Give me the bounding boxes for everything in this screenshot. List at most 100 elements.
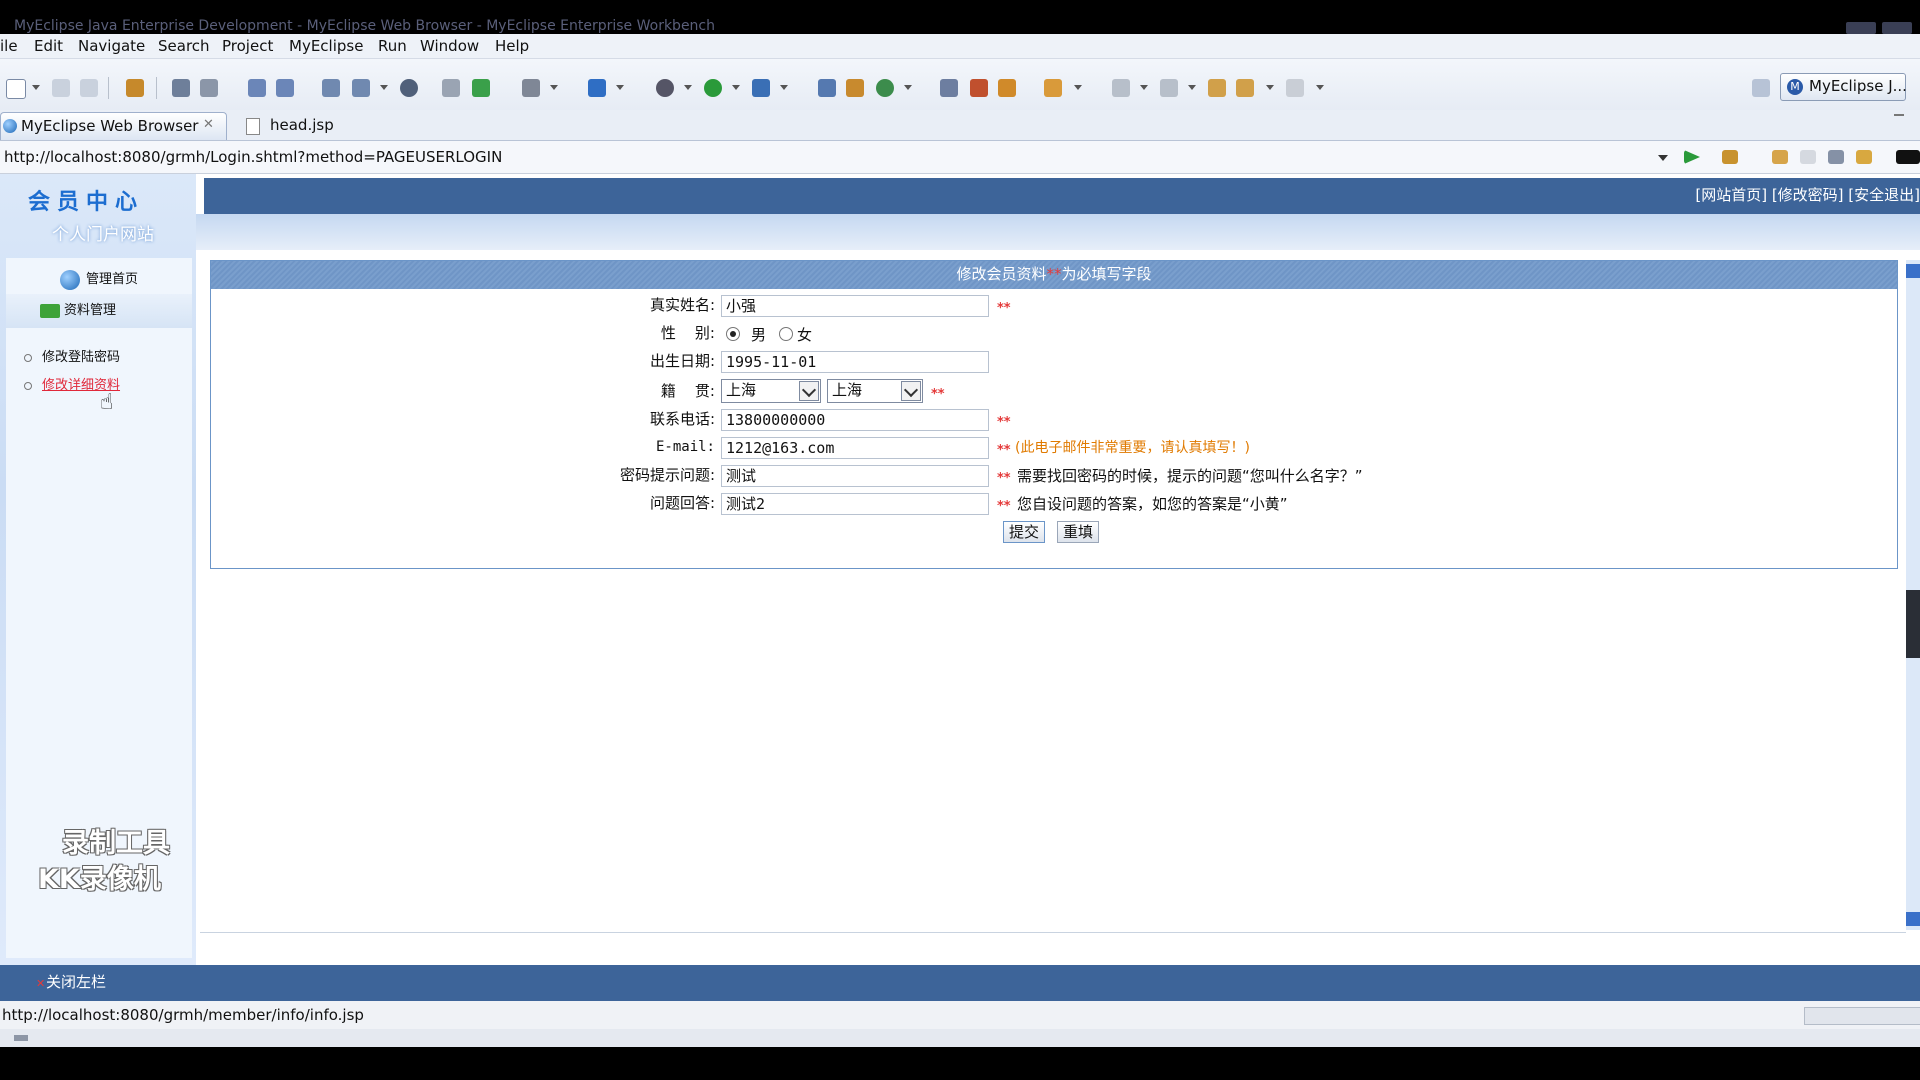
new-icon[interactable]: [6, 79, 26, 99]
web-icon[interactable]: [400, 79, 418, 97]
maximize-button[interactable]: [1882, 22, 1912, 34]
open-perspective-dropdown-icon[interactable]: [1074, 85, 1082, 90]
folder-icon[interactable]: [442, 79, 460, 97]
menu-edit[interactable]: Edit: [34, 38, 63, 55]
open-type-icon[interactable]: [818, 79, 836, 97]
right-scroll-strip[interactable]: [1906, 260, 1920, 930]
undeploy-icon[interactable]: [276, 79, 294, 97]
phone-input[interactable]: 13800000000: [721, 409, 989, 431]
birth-date-input[interactable]: 1995-11-01: [721, 351, 989, 373]
open-resource-icon[interactable]: [846, 79, 864, 97]
open-perspective-icon[interactable]: [1044, 79, 1062, 97]
favorites-icon[interactable]: [1722, 150, 1738, 164]
import-dropdown-icon[interactable]: [380, 85, 388, 90]
back-icon[interactable]: [1236, 79, 1254, 97]
go-icon[interactable]: [1684, 150, 1700, 164]
open-perspective-button-icon[interactable]: [1752, 79, 1770, 97]
close-icon[interactable]: ✕: [203, 117, 214, 132]
prev-annotation-icon[interactable]: [1160, 79, 1178, 97]
next-annotation-icon[interactable]: [1112, 79, 1130, 97]
search-icon[interactable]: [940, 79, 958, 97]
real-name-input[interactable]: 小强: [721, 295, 989, 317]
email-input[interactable]: 1212@163.com: [721, 437, 989, 459]
forward-icon[interactable]: [1800, 150, 1816, 164]
refresh-icon[interactable]: [876, 79, 894, 97]
save-all-icon[interactable]: [80, 79, 98, 97]
window-controls: [1846, 22, 1912, 34]
question-answer-input[interactable]: 测试2: [721, 493, 989, 515]
back-dropdown-icon[interactable]: [1266, 85, 1274, 90]
run-dropdown-icon[interactable]: [732, 85, 740, 90]
task-icon[interactable]: [970, 79, 988, 97]
sidebar-section-data-management[interactable]: 资料管理: [6, 294, 192, 328]
tab-myeclipse-web-browser[interactable]: MyEclipse Web Browser ✕: [0, 112, 227, 140]
url-input[interactable]: http://localhost:8080/grmh/Login.shtml?m…: [4, 149, 502, 166]
minimize-button[interactable]: [1846, 22, 1876, 34]
menu-myeclipse[interactable]: MyEclipse: [289, 38, 363, 55]
scroll-down-icon[interactable]: [1906, 912, 1920, 926]
submit-button[interactable]: 提交: [1003, 521, 1045, 543]
perspective-switcher[interactable]: M MyEclipse J...: [1780, 73, 1907, 101]
debug-icon[interactable]: [656, 79, 674, 97]
scroll-up-icon[interactable]: [1906, 264, 1920, 278]
required-mark: **: [997, 471, 1011, 486]
save-icon[interactable]: [52, 79, 70, 97]
run-icon[interactable]: [704, 79, 722, 97]
forward-dropdown-icon[interactable]: [1316, 85, 1324, 90]
menu-window[interactable]: Window: [420, 38, 479, 55]
menu-search[interactable]: Search: [158, 38, 210, 55]
phone-label: 联系电话:: [649, 410, 715, 428]
gender-female-radio[interactable]: [779, 327, 793, 341]
next-annotation-dropdown-icon[interactable]: [1140, 85, 1148, 90]
view-icon[interactable]: [522, 79, 540, 97]
tab-head-jsp[interactable]: head.jsp: [244, 112, 354, 139]
bullet-icon: [24, 381, 32, 390]
close-left-panel-link[interactable]: 关闭左栏: [46, 974, 106, 991]
package-icon[interactable]: [126, 79, 144, 97]
browser-address-bar: http://localhost:8080/grmh/Login.shtml?m…: [0, 141, 1920, 174]
import-icon[interactable]: [352, 79, 370, 97]
menu-project[interactable]: Project: [222, 38, 273, 55]
debug-dropdown-icon[interactable]: [684, 85, 692, 90]
url-history-dropdown-icon[interactable]: [1658, 155, 1668, 161]
project-icon[interactable]: [322, 79, 340, 97]
window-icon[interactable]: [588, 79, 606, 97]
menu-run[interactable]: Run: [378, 38, 407, 55]
origin-label: 籍 贯:: [660, 382, 715, 400]
forward-icon[interactable]: [1286, 79, 1304, 97]
sidebar-item-change-password[interactable]: 修改登陆密码: [24, 350, 120, 365]
watermark-line-1: 录制工具: [62, 828, 170, 859]
server-icon[interactable]: [200, 79, 218, 97]
menu-bar: ile Edit Navigate Search Project MyEclip…: [0, 34, 1920, 59]
window-dropdown-icon[interactable]: [616, 85, 624, 90]
refresh-dropdown-icon[interactable]: [904, 85, 912, 90]
minimize-view-icon[interactable]: [1894, 114, 1904, 116]
annotation-icon[interactable]: [998, 79, 1016, 97]
new-dropdown-icon[interactable]: [32, 85, 40, 90]
external-tools-icon[interactable]: [752, 79, 770, 97]
top-links[interactable]: [网站首页] [修改密码] [安全退出]: [1695, 187, 1920, 204]
deploy-icon[interactable]: [248, 79, 266, 97]
sidebar-item-home[interactable]: 管理首页: [60, 268, 138, 290]
view-dropdown-icon[interactable]: [550, 85, 558, 90]
refresh-icon[interactable]: [1856, 150, 1872, 164]
gender-male-radio[interactable]: [726, 327, 740, 341]
reset-button[interactable]: 重填: [1057, 521, 1099, 543]
back-icon[interactable]: [1772, 150, 1788, 164]
browser-panel-icon[interactable]: [1896, 150, 1920, 164]
hand-cursor-icon: ☝: [100, 390, 114, 415]
province-select[interactable]: 上海: [721, 379, 821, 403]
city-select[interactable]: 上海: [827, 379, 923, 403]
scrollbar-thumb[interactable]: [1906, 590, 1920, 658]
add-icon[interactable]: [472, 79, 490, 97]
globe-icon: [3, 119, 17, 133]
last-edit-icon[interactable]: [1208, 79, 1226, 97]
external-tools-dropdown-icon[interactable]: [780, 85, 788, 90]
menu-file[interactable]: ile: [0, 38, 18, 55]
password-question-input[interactable]: 测试: [721, 465, 989, 487]
debug-config-icon[interactable]: [172, 79, 190, 97]
stop-icon[interactable]: [1828, 150, 1844, 164]
prev-annotation-dropdown-icon[interactable]: [1188, 85, 1196, 90]
menu-help[interactable]: Help: [495, 38, 529, 55]
menu-navigate[interactable]: Navigate: [78, 38, 145, 55]
